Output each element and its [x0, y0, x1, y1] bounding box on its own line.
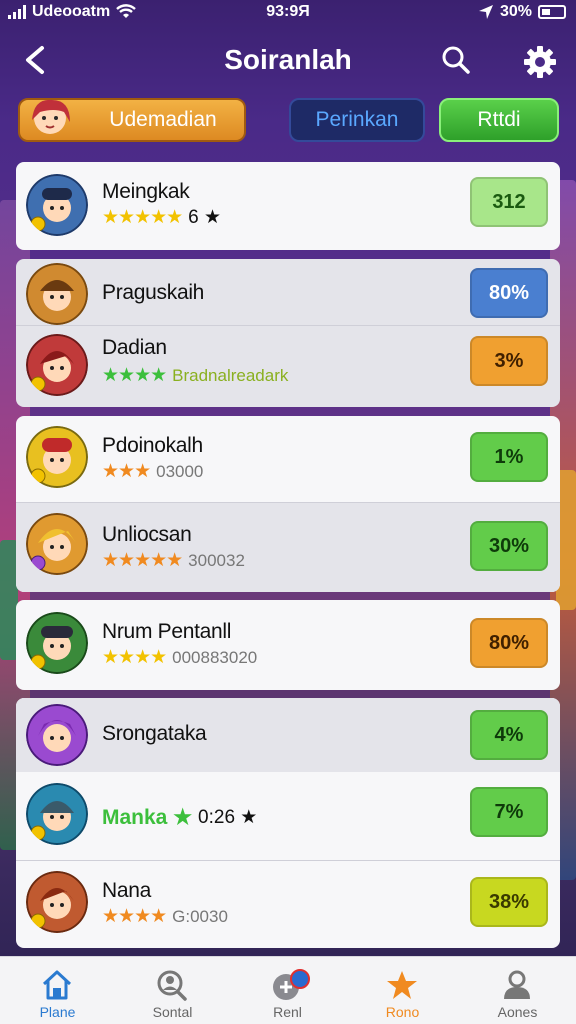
player-rating: ★★★★ 000883020: [102, 646, 257, 669]
score-badge: 3%: [470, 336, 548, 386]
leaderboard-list: Meingkak ★★★★★ 6 ★ 312 Praguskaih 80% Da…: [0, 0, 576, 950]
nav-label: Plane: [39, 1004, 76, 1020]
player-row[interactable]: Praguskaih 80%: [16, 259, 560, 325]
player-name: Srongataka: [102, 722, 207, 745]
avatar: [26, 334, 88, 396]
player-score-text: 000883020: [172, 647, 258, 667]
star-rating: ★★★★★: [102, 207, 183, 228]
nav-item-renl[interactable]: Renl: [230, 957, 345, 1024]
score-badge: 7%: [470, 787, 548, 837]
player-row[interactable]: Pdoinokalh ★★★ 03000 1%: [16, 416, 560, 502]
player-rating: ★★★★ Bradnalreadark: [102, 364, 288, 387]
home-icon: [42, 970, 72, 1000]
player-name: Meingkak: [102, 180, 190, 203]
avatar: [26, 612, 88, 674]
player-row[interactable]: Manka ★ 0:26 ★ 7%: [16, 773, 560, 860]
player-rating: ★★★★★ 300032: [102, 549, 245, 572]
nav-label: Rono: [385, 1004, 420, 1020]
nav-item-rono[interactable]: Rono: [345, 957, 460, 1024]
score-badge: 4%: [470, 710, 548, 760]
avatar: [26, 783, 88, 845]
player-row[interactable]: Srongataka 4%: [16, 698, 560, 772]
player-row[interactable]: Dadian ★★★★ Bradnalreadark 3%: [16, 326, 560, 407]
player-name: Nrum Pentanll: [102, 620, 232, 643]
avatar: [26, 174, 88, 236]
search-person-icon: [157, 970, 187, 1001]
player-name: Pdoinokalh: [102, 434, 203, 457]
avatar: [26, 426, 88, 488]
score-badge: 1%: [470, 432, 548, 482]
player-name: Praguskaih: [102, 281, 205, 304]
player-row[interactable]: Nrum Pentanll ★★★★ 000883020 80%: [16, 600, 560, 690]
player-rating: ★★★★ G:0030: [102, 905, 228, 928]
player-name: Manka ★: [102, 806, 193, 829]
chat-icon: [273, 969, 310, 1000]
avatar: [26, 704, 88, 766]
player-score-text: G:0030: [172, 906, 228, 926]
player-row[interactable]: Unliocsan ★★★★★ 300032 30%: [16, 503, 560, 592]
player-name: Nana: [102, 879, 152, 902]
player-score-text: 6 ★: [188, 207, 222, 228]
score-badge: 38%: [470, 877, 548, 927]
player-row[interactable]: Meingkak ★★★★★ 6 ★ 312: [16, 162, 560, 250]
player-rating: ★★★★★ 6 ★: [102, 206, 221, 229]
score-badge: 312: [470, 177, 548, 227]
nav-item-aones[interactable]: Aones: [460, 957, 575, 1024]
player-score-text: 03000: [156, 461, 204, 481]
star-rating: ★★★★: [102, 647, 167, 668]
avatar: [26, 513, 88, 575]
bottom-nav: Plane Sontal Renl Rono Aones: [0, 956, 576, 1024]
player-score-text: Bradnalreadark: [172, 365, 289, 385]
player-name: Unliocsan: [102, 523, 192, 546]
player-rating: ★★★ 03000: [102, 460, 203, 483]
star-rating: ★★★★: [102, 365, 167, 386]
player-name: Dadian: [102, 336, 167, 359]
avatar: [26, 871, 88, 933]
player-score-text: 300032: [188, 550, 245, 570]
player-rating: Manka ★ 0:26 ★: [102, 805, 257, 830]
player-score-text: 0:26 ★: [198, 807, 258, 828]
star-rating: ★★★: [102, 461, 151, 482]
nav-item-plane[interactable]: Plane: [0, 957, 115, 1024]
score-badge: 80%: [470, 618, 548, 668]
star-rating: ★★★★: [102, 906, 167, 927]
score-badge: 80%: [470, 268, 548, 318]
score-badge: 30%: [470, 521, 548, 571]
profile-icon: [504, 970, 530, 999]
player-row[interactable]: Nana ★★★★ G:0030 38%: [16, 861, 560, 948]
star-rating: ★★★★★: [102, 550, 183, 571]
nav-label: Sontal: [152, 1004, 193, 1020]
star-icon: [387, 971, 417, 999]
avatar: [26, 263, 88, 325]
nav-item-sontal[interactable]: Sontal: [115, 957, 230, 1024]
nav-label: Aones: [497, 1004, 538, 1020]
nav-label: Renl: [273, 1004, 302, 1020]
